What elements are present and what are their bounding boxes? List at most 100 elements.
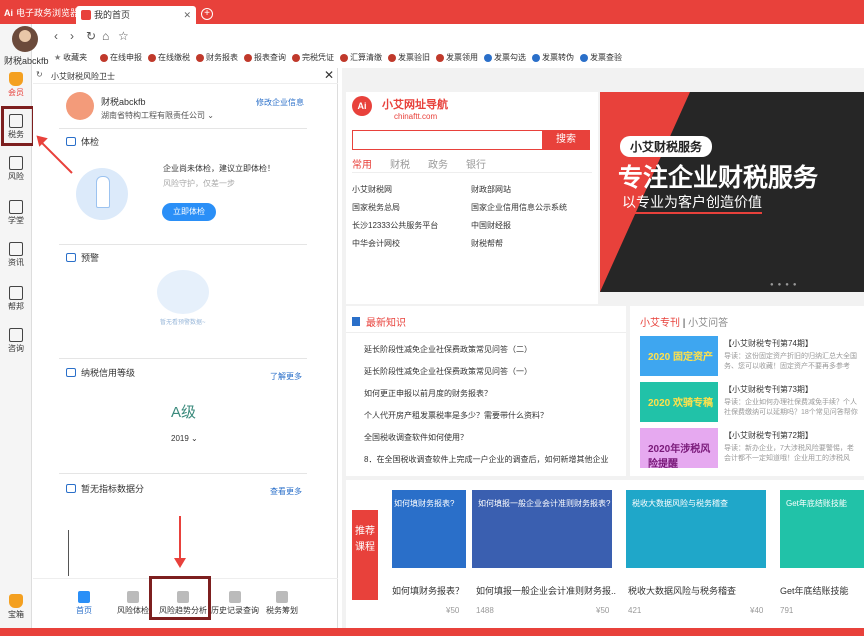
column-item-title[interactable]: 【小艾财税专刊第73期】 <box>724 384 813 395</box>
sidebar-item-member[interactable]: 会员 <box>2 70 30 104</box>
course-views: 1488 <box>476 606 494 615</box>
news-item[interactable]: 个人代开房产租发票税率是多少？需要带什么资料？ <box>364 410 626 421</box>
back-icon[interactable]: ‹ <box>54 29 58 43</box>
credit-year-select[interactable]: 2019 ⌄ <box>171 434 198 443</box>
bottom-nav-history[interactable]: 历史记录查询 <box>211 591 259 616</box>
course-name[interactable]: 如何填报一般企业会计准则财务报... <box>476 584 616 597</box>
bookmark-tax-certificate[interactable]: 完税凭证 <box>292 52 334 63</box>
tab-finance-tax[interactable]: 财税 <box>390 156 410 171</box>
bookmark-invoice-claim[interactable]: 发票领用 <box>436 52 478 63</box>
news-item[interactable]: 如何更正申报以前月度的财务报表？ <box>364 388 626 399</box>
tab-close-icon[interactable]: ✕ <box>183 6 191 24</box>
search-icon <box>229 591 241 603</box>
course-name[interactable]: 如何填财务报表？ <box>392 584 466 597</box>
sidebar-item-consult[interactable]: 咨询 <box>2 326 30 360</box>
bookmark-online-filing[interactable]: 在线申报 <box>100 52 142 63</box>
course-thumb[interactable]: Get年底结账技能 <box>780 490 864 568</box>
sidebar-item-label: 资讯 <box>8 258 24 267</box>
bottom-bar <box>0 628 864 636</box>
search-button[interactable]: 搜索 <box>542 130 590 150</box>
column-thumb[interactable]: 2020 固定资产 <box>640 336 718 376</box>
sidebar-item-news[interactable]: 资讯 <box>2 240 30 274</box>
column-thumb-label: 2020年涉税风险提醒 <box>648 444 711 470</box>
alarm-illustration-icon <box>157 270 209 314</box>
sidebar-item-help[interactable]: 帮邦 <box>2 284 30 318</box>
sidebar-item-risk[interactable]: 风险 <box>2 154 30 188</box>
link-mof[interactable]: 财政部网站 <box>471 184 511 195</box>
bottom-nav-tax-plan[interactable]: 税务筹划 <box>266 591 298 616</box>
edit-company-link[interactable]: 修改企业信息 <box>256 97 304 108</box>
link-accounting-school[interactable]: 中华会计网校 <box>352 238 400 249</box>
forward-icon[interactable]: › <box>70 29 74 43</box>
course-thumb[interactable]: 如何填财务报表? <box>392 490 466 568</box>
favorite-star-icon[interactable]: ☆ <box>118 29 129 43</box>
bottom-nav-home[interactable]: 首页 <box>76 591 92 616</box>
section-warning-title: 预警 <box>66 251 99 264</box>
tab-government[interactable]: 政务 <box>428 156 448 171</box>
column-item-title[interactable]: 【小艾财税专刊第72期】 <box>724 430 813 441</box>
link-changsha-12333[interactable]: 长沙12333公共服务平台 <box>352 220 438 231</box>
news-item[interactable]: 延长阶段性减免企业社保费政策常见问答（一） <box>364 366 626 377</box>
company-select[interactable]: 湖南省特构工程有限责任公司 ⌄ <box>101 110 214 121</box>
shield-icon <box>127 591 139 603</box>
course-price: ¥50 <box>446 606 460 615</box>
link-sat[interactable]: 国家税务总局 <box>352 202 400 213</box>
shield-icon <box>9 156 23 170</box>
credit-more-link[interactable]: 了解更多 <box>270 371 302 382</box>
bookmark-favorites[interactable]: ★ 收藏夹 <box>54 52 87 63</box>
panel-header: ↻ 小艾财税风险卫士 ✕ <box>33 68 338 84</box>
indicator-more-link[interactable]: 查看更多 <box>270 486 302 497</box>
avatar[interactable] <box>12 26 38 52</box>
bookmark-report-query[interactable]: 报表查询 <box>244 52 286 63</box>
star-icon: ★ <box>54 53 62 62</box>
news-item[interactable]: 全国税收调查软件如何使用？ <box>364 432 626 443</box>
link-xiaoai[interactable]: 小艾财税网 <box>352 184 392 195</box>
panel-title: 小艾财税风险卫士 <box>51 72 115 81</box>
news-title-text: 最新知识 <box>366 318 406 329</box>
section-label: 体检 <box>81 137 100 147</box>
news-item[interactable]: 8．在全国税收调查软件上完成一户企业的调查后，如何新增其他企业 <box>364 454 626 465</box>
column-thumb[interactable]: 2020 欢骑专稿 <box>640 382 718 422</box>
bookmark-invoice-check-old[interactable]: 发票验旧 <box>388 52 430 63</box>
column-thumb[interactable]: 2020年涉税风险提醒 <box>640 428 718 470</box>
course-thumb[interactable]: 税收大数据风险与税务稽查 <box>626 490 766 568</box>
promo-banner[interactable]: 小艾财税服务 专注企业财税服务 以专业为客户创造价值 ●●●● <box>600 92 864 292</box>
user-name: 财税abckfb <box>4 56 49 66</box>
app-logo: Ai <box>4 8 13 18</box>
link-tax-help[interactable]: 财税帮帮 <box>471 238 503 249</box>
tab-home[interactable]: 我的首页 ✕ <box>76 6 196 24</box>
sidebar-item-school[interactable]: 学堂 <box>2 198 30 232</box>
close-icon[interactable]: ✕ <box>324 68 334 82</box>
tab-bank[interactable]: 银行 <box>466 156 486 171</box>
refresh-icon[interactable]: ↻ <box>86 29 96 43</box>
home-icon[interactable]: ⌂ <box>102 29 109 43</box>
bookmark-annual-settlement[interactable]: 汇算清缴 <box>340 52 382 63</box>
profile-name: 财税abckfb <box>101 97 146 107</box>
course-thumb[interactable]: 如何填报一般企业会计准则财务报表? <box>472 490 612 568</box>
bookmark-invoice-select[interactable]: 发票勾选 <box>484 52 526 63</box>
refresh-icon[interactable]: ↻ <box>36 70 43 79</box>
bookmark-financial-report[interactable]: 财务报表 <box>196 52 238 63</box>
start-checkup-button[interactable]: 立即体检 <box>162 203 216 221</box>
course-name[interactable]: Get年底结账技能 <box>780 584 864 597</box>
tab-xiaoai-column[interactable]: 小艾专刊 <box>640 318 680 329</box>
annotation-arrow <box>179 516 181 560</box>
tab-common[interactable]: 常用 <box>352 156 372 171</box>
news-item[interactable]: 延长阶段性减免企业社保费政策常见问答（二） <box>364 344 626 355</box>
tab-xiaoai-qa[interactable]: 小艾问答 <box>688 318 728 329</box>
link-credit-system[interactable]: 国家企业信用信息公示系统 <box>471 202 567 213</box>
banner-pagination[interactable]: ●●●● <box>770 282 801 288</box>
sidebar-item-treasure[interactable]: 宝箱 <box>2 592 30 626</box>
link-finance-news[interactable]: 中国财经报 <box>471 220 511 231</box>
column-item-title[interactable]: 【小艾财税专刊第74期】 <box>724 338 813 349</box>
crown-icon <box>9 72 23 86</box>
bookmark-invoice-verify[interactable]: 发票查验 <box>580 52 622 63</box>
bottom-nav-risk-check[interactable]: 风险体检 <box>117 591 149 616</box>
bookmark-online-payment[interactable]: 在线缴税 <box>148 52 190 63</box>
bookmark-invoice-fake[interactable]: 发票转伪 <box>532 52 574 63</box>
new-tab-button[interactable]: + <box>201 8 213 20</box>
search-input[interactable] <box>352 130 542 150</box>
tax-icon <box>436 53 444 62</box>
section-label: 预警 <box>81 253 100 263</box>
course-name[interactable]: 税收大数据风险与税务稽查 <box>628 584 768 597</box>
